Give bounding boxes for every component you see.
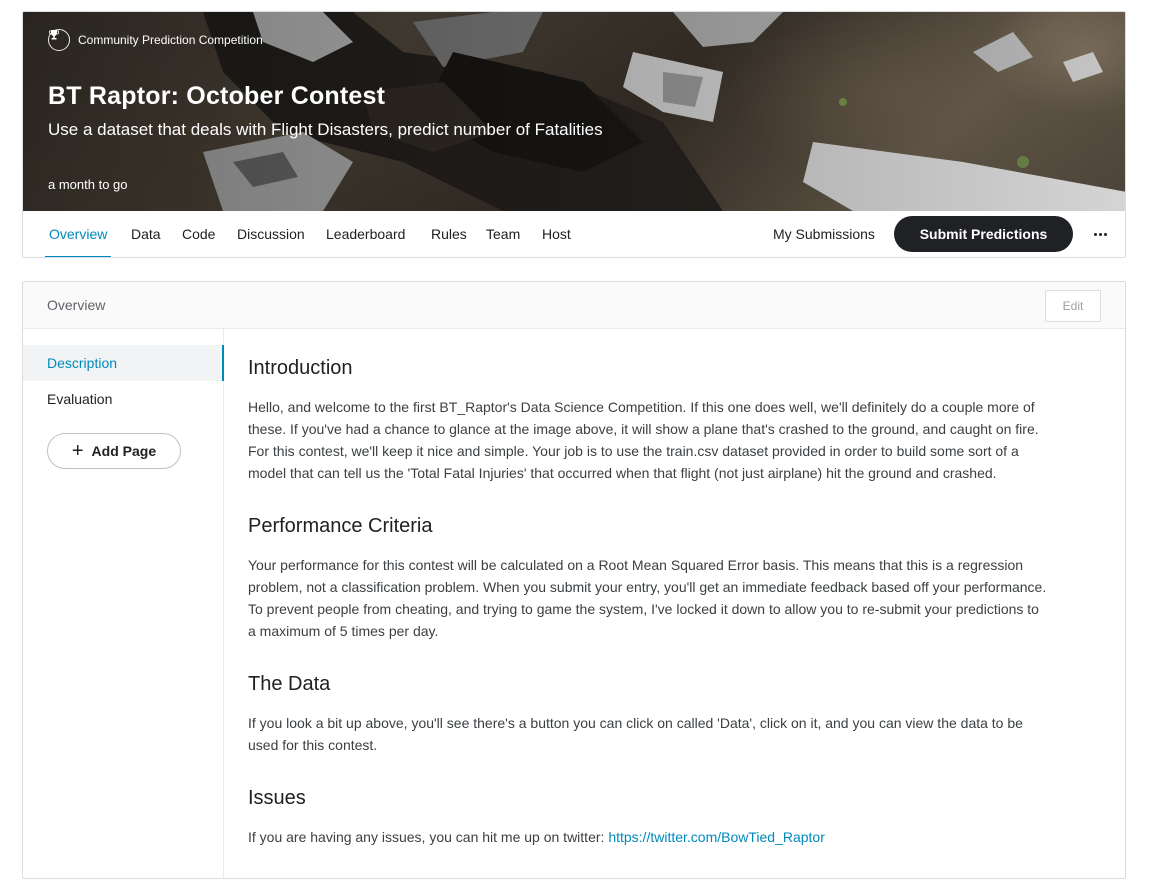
tab-leaderboard[interactable]: Leaderboard (326, 211, 405, 257)
section-body-performance: Your performance for this contest will b… (248, 557, 1047, 639)
tab-code[interactable]: Code (182, 211, 215, 257)
my-submissions-link[interactable]: My Submissions (773, 211, 875, 257)
submit-predictions-button[interactable]: Submit Predictions (894, 216, 1073, 252)
section-heading-introduction: Introduction (248, 357, 353, 379)
trophy-icon (48, 29, 70, 51)
tab-rules[interactable]: Rules (431, 211, 467, 257)
sidebar-item-description[interactable]: Description (23, 345, 224, 381)
competition-header: Community Prediction Competition BT Rapt… (22, 11, 1126, 258)
overview-panel: Overview Edit Description Evaluation + A… (22, 281, 1126, 879)
section-heading-performance: Performance Criteria (248, 515, 433, 537)
section-body-issues: If you are having any issues, you can hi… (248, 829, 825, 845)
plus-icon: + (71, 440, 84, 462)
add-page-label: Add Page (91, 443, 157, 459)
competition-tabbar: Overview Data Code Discussion Leaderboar… (23, 211, 1125, 257)
competition-title: BT Raptor: October Contest (48, 82, 386, 110)
competition-type: Community Prediction Competition (48, 29, 263, 51)
section-body-introduction: Hello, and welcome to the first BT_Rapto… (248, 399, 1039, 481)
overview-title: Overview (47, 297, 106, 313)
tab-overview[interactable]: Overview (44, 211, 112, 257)
add-page-button[interactable]: + Add Page (47, 433, 181, 469)
competition-deadline: a month to go (48, 177, 128, 192)
competition-type-label: Community Prediction Competition (78, 33, 263, 47)
banner-image: Community Prediction Competition BT Rapt… (23, 12, 1125, 211)
competition-subtitle: Use a dataset that deals with Flight Dis… (48, 120, 603, 139)
sidebar-item-evaluation[interactable]: Evaluation (23, 381, 224, 417)
twitter-link[interactable]: https://twitter.com/BowTied_Raptor (608, 829, 825, 845)
section-heading-data: The Data (248, 673, 331, 695)
tab-discussion[interactable]: Discussion (237, 211, 305, 257)
tab-data[interactable]: Data (131, 211, 161, 257)
overview-header: Overview Edit (23, 282, 1125, 329)
tab-host[interactable]: Host (542, 211, 571, 257)
tab-team[interactable]: Team (486, 211, 520, 257)
edit-button[interactable]: Edit (1045, 290, 1101, 322)
more-horizontal-icon[interactable] (1087, 221, 1113, 247)
section-heading-issues: Issues (248, 787, 306, 809)
overview-sidebar: Description Evaluation + Add Page (23, 329, 224, 878)
section-body-data: If you look a bit up above, you'll see t… (248, 715, 1023, 753)
